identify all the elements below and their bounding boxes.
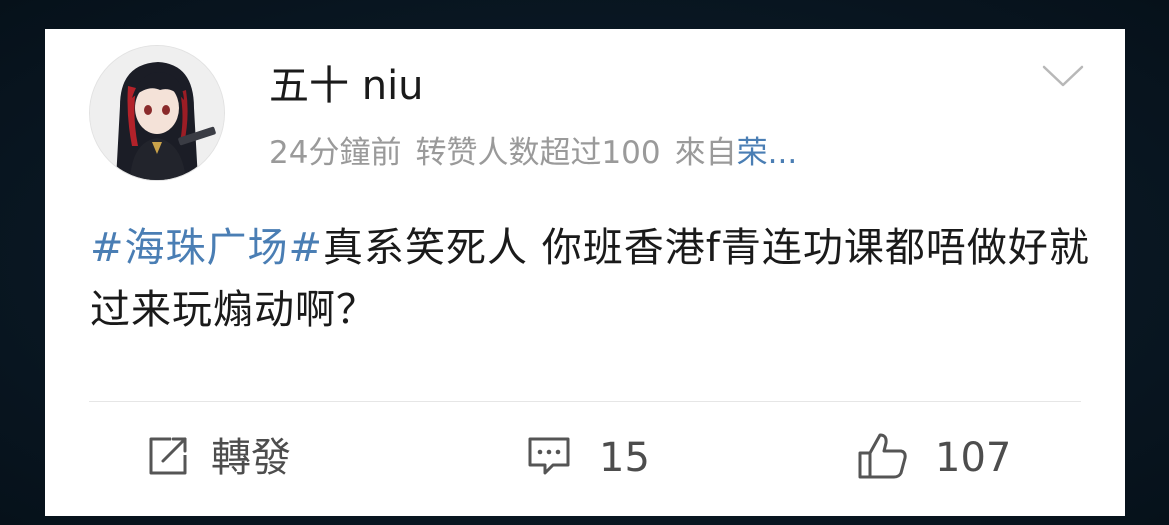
source-prefix: 來自 bbox=[674, 135, 737, 171]
share-icon bbox=[145, 433, 193, 483]
avatar-image bbox=[90, 46, 224, 180]
weibo-post-card: 五十 niu 24分鐘前 转赞人数超过100 來自荣... #海珠广场#真系笑死人 … bbox=[45, 29, 1125, 516]
divider bbox=[89, 401, 1081, 402]
popularity-badge: 转赞人数超过100 bbox=[415, 135, 661, 171]
comment-icon bbox=[525, 433, 573, 483]
post-time: 24分鐘前 bbox=[269, 135, 402, 171]
source-link[interactable]: 荣... bbox=[737, 135, 798, 171]
chevron-down-icon[interactable] bbox=[1041, 63, 1085, 89]
post-meta: 24分鐘前 转赞人数超过100 來自荣... bbox=[269, 133, 797, 173]
avatar[interactable] bbox=[89, 45, 225, 181]
author-name[interactable]: 五十 niu bbox=[269, 62, 424, 110]
thumbs-up-icon bbox=[857, 431, 909, 485]
post-content: #海珠广场#真系笑死人 你班香港f青连功课都唔做好就过来玩煽动啊？ bbox=[90, 217, 1090, 341]
repost-label: 轉發 bbox=[211, 435, 291, 481]
comment-button[interactable]: 15 bbox=[525, 429, 650, 487]
hashtag-link[interactable]: #海珠广场# bbox=[90, 225, 323, 271]
like-button[interactable]: 107 bbox=[857, 429, 1011, 487]
repost-button[interactable]: 轉發 bbox=[145, 429, 291, 487]
comment-count: 15 bbox=[599, 435, 650, 481]
like-count: 107 bbox=[935, 435, 1012, 481]
